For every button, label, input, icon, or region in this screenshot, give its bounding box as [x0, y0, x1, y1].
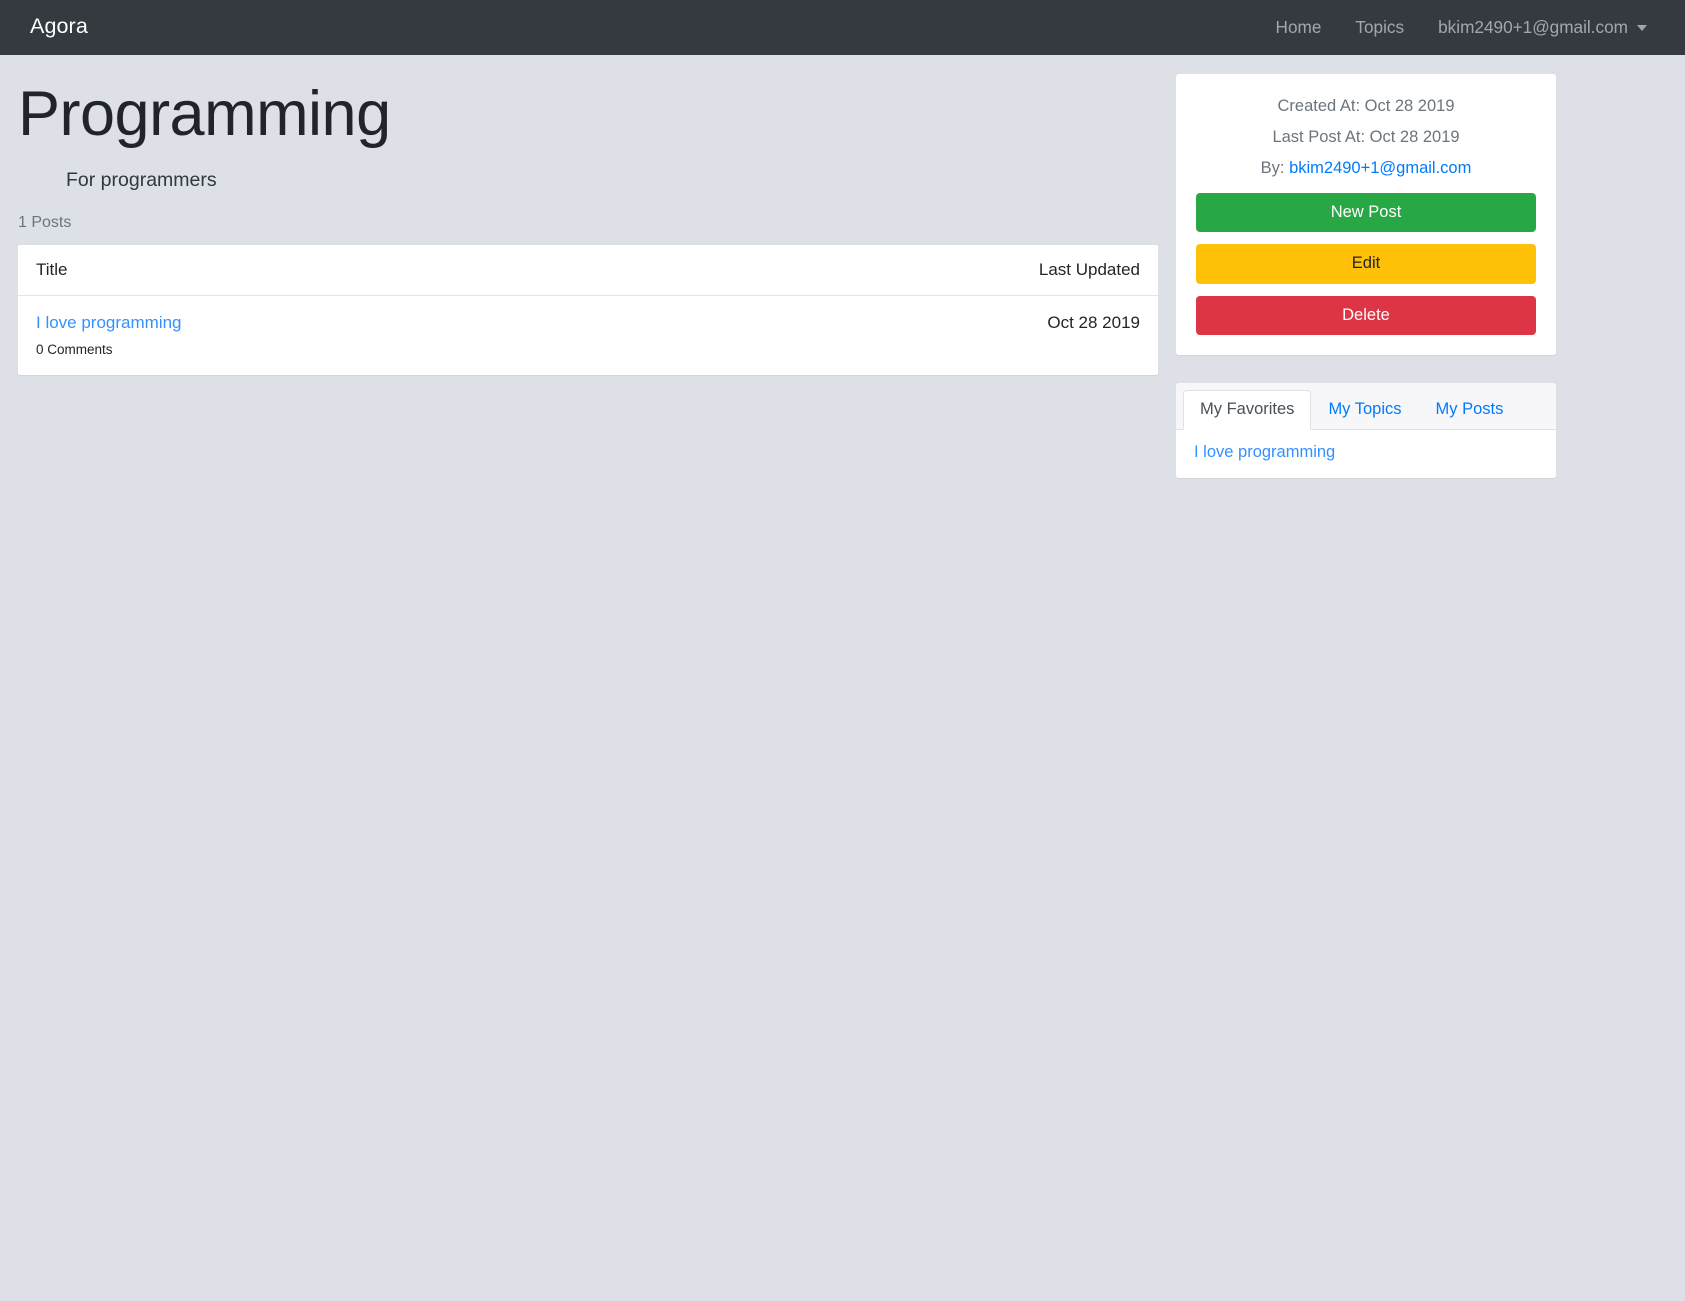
navbar-brand[interactable]: Agora — [30, 15, 88, 40]
table-row: I love programming 0 Comments Oct 28 201… — [18, 295, 1158, 375]
delete-button[interactable]: Delete — [1196, 295, 1536, 336]
main-content: Programming For programmers 1 Posts Titl… — [0, 55, 1176, 375]
author-label: By: — [1260, 158, 1285, 177]
navbar-nav: Home Topics bkim2490+1@gmail.com — [1259, 15, 1667, 40]
post-comments-count: 0 Comments — [36, 341, 113, 357]
posts-table: Title Last Updated I love programming 0 … — [18, 245, 1158, 375]
column-header-title: Title — [36, 259, 68, 279]
table-header-row: Title Last Updated — [18, 245, 1158, 296]
post-last-updated-cell: Oct 28 2019 — [1047, 312, 1140, 332]
tab-my-posts[interactable]: My Posts — [1419, 390, 1521, 430]
last-post-at-text: Last Post At: Oct 28 2019 — [1272, 127, 1460, 146]
list-item[interactable]: I love programming — [1194, 443, 1538, 462]
edit-button[interactable]: Edit — [1196, 244, 1536, 284]
page-title: Programming — [18, 79, 391, 149]
page-subtitle: For programmers — [66, 168, 217, 191]
page-container: Programming For programmers 1 Posts Titl… — [0, 55, 1685, 479]
nav-link-topics[interactable]: Topics — [1338, 15, 1421, 40]
nav-link-home[interactable]: Home — [1259, 15, 1339, 40]
tab-list: My Favorites My Topics My Posts — [1176, 383, 1556, 431]
chevron-down-icon — [1637, 25, 1647, 32]
user-menu-label: bkim2490+1@gmail.com — [1438, 16, 1628, 37]
sidebar: Created At: Oct 28 2019 Last Post At: Oc… — [1176, 55, 1576, 479]
column-header-last-updated: Last Updated — [1038, 259, 1140, 279]
post-title-cell: I love programming 0 Comments — [18, 295, 667, 375]
navbar: Agora Home Topics bkim2490+1@gmail.com — [0, 0, 1685, 55]
user-menu-dropdown[interactable]: bkim2490+1@gmail.com — [1421, 15, 1667, 40]
tab-my-favorites[interactable]: My Favorites — [1183, 390, 1312, 431]
side-tabs-card: My Favorites My Topics My Posts I love p… — [1176, 383, 1556, 479]
tab-panel-my-favorites: I love programming — [1176, 430, 1556, 479]
posts-table-card: Title Last Updated I love programming 0 … — [18, 244, 1158, 375]
post-link[interactable]: I love programming — [36, 313, 182, 332]
tab-my-topics[interactable]: My Topics — [1311, 390, 1418, 430]
author-line: By: bkim2490+1@gmail.com — [1196, 157, 1536, 181]
new-post-button[interactable]: New Post — [1196, 192, 1536, 233]
created-at-text: Created At: Oct 28 2019 — [1277, 97, 1455, 115]
posts-count: 1 Posts — [18, 213, 72, 231]
author-link[interactable]: bkim2490+1@gmail.com — [1289, 159, 1471, 177]
topic-info-card: Created At: Oct 28 2019 Last Post At: Oc… — [1176, 74, 1556, 356]
